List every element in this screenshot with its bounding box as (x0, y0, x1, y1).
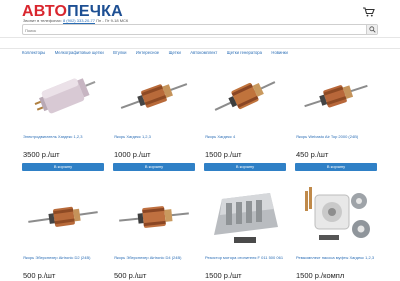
product-price: 500 р./шт (114, 271, 147, 280)
nav-item-graphite-brushes[interactable]: Мелкографитовые щетки (55, 50, 104, 55)
product-title[interactable]: Якорь Эберспехер Airtronic D2 (24В) (23, 255, 103, 261)
search-button[interactable] (366, 25, 377, 34)
product-title[interactable]: Якорь Webasto Air Top 2000 (24В) (296, 134, 376, 140)
product-title[interactable]: Электродвигатель Хагдекс 1,2,3 (23, 134, 103, 140)
product-image[interactable] (22, 56, 104, 134)
product-title[interactable]: Якорь Эберспехер Airtronic D4 (24В) (114, 255, 194, 261)
working-hours: Пн - Пт 9-18 МСК (96, 18, 129, 23)
product-image[interactable] (113, 56, 195, 134)
product-image[interactable] (113, 177, 195, 255)
product-image[interactable] (204, 56, 286, 134)
add-to-cart-button[interactable]: В корзину (204, 163, 286, 171)
product-title[interactable]: Якорь Хагдекс 4 (205, 134, 285, 140)
search-bar (22, 24, 378, 35)
product-title[interactable]: Резистор мотора отопителя F 011 500 061 (205, 255, 285, 261)
product-image[interactable] (295, 177, 377, 255)
contact-info: Звонит в телефонах: 8 (902) 333-20-77 Пн… (23, 18, 128, 23)
product-title[interactable]: Якорь Хагдекс 1,2,3 (114, 134, 194, 140)
phone-label: Звонит в телефонах: (23, 18, 62, 23)
product-price: 450 р./шт (296, 150, 329, 159)
product-price: 3500 р./шт (23, 150, 60, 159)
nav-item-generator-brushes[interactable]: Щетки генератора (227, 50, 262, 55)
nav-item-brushes[interactable]: Щетки (169, 50, 181, 55)
nav-item-bushings[interactable]: Втулки (113, 50, 126, 55)
add-to-cart-button[interactable]: В корзину (113, 163, 195, 171)
nav-item-collectors[interactable]: Коллекторы (22, 50, 45, 55)
nav-item-autokit[interactable]: Автокомплект (190, 50, 217, 55)
cart-icon[interactable] (363, 4, 375, 17)
product-price: 1500 р./шт (205, 271, 242, 280)
phone-number[interactable]: 8 (902) 333-20-77 (63, 18, 95, 23)
nav-item-interesting[interactable]: Интересное (136, 50, 159, 55)
search-icon (369, 26, 376, 33)
search-input[interactable] (25, 26, 365, 34)
add-to-cart-button[interactable]: В корзину (295, 163, 377, 171)
product-image[interactable] (22, 177, 104, 255)
add-to-cart-button[interactable]: В корзину (22, 163, 104, 171)
nav-item-new[interactable]: Новинки (271, 50, 287, 55)
product-image[interactable] (204, 177, 286, 255)
product-price: 500 р./шт (23, 271, 56, 280)
product-price: 1500 р./компл (296, 271, 345, 280)
product-title[interactable]: Ремкомплект насоса муфты Хагдекс 1,2,3 (296, 255, 376, 261)
category-nav: Коллекторы Мелкографитовые щетки Втулки … (0, 37, 400, 55)
product-image[interactable] (295, 56, 377, 134)
product-price: 1000 р./шт (114, 150, 151, 159)
product-price: 1500 р./шт (205, 150, 242, 159)
